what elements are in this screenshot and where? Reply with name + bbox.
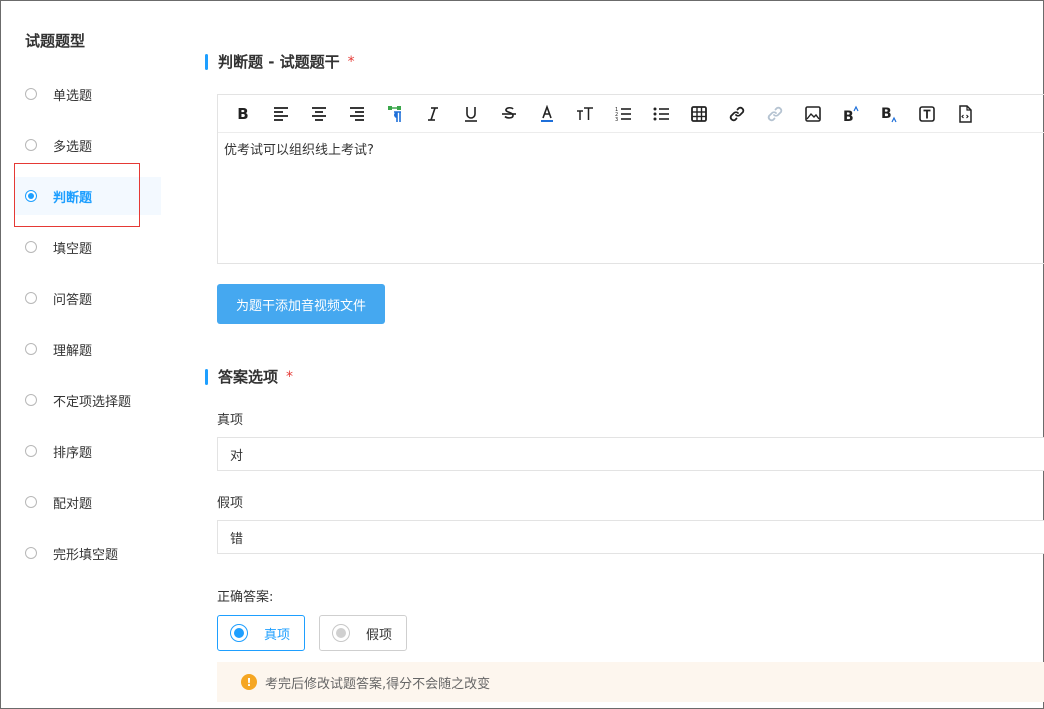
required-mark: * <box>286 368 294 385</box>
sidebar-item-label: 单选题 <box>53 88 93 104</box>
table-icon[interactable] <box>688 103 710 125</box>
sidebar-item-label: 配对题 <box>53 496 93 512</box>
sidebar-item-label: 排序题 <box>53 445 93 461</box>
radio-icon <box>332 624 350 642</box>
section-accent-bar <box>205 368 208 385</box>
radio-icon <box>25 241 37 253</box>
sidebar-item-label: 多选题 <box>53 139 93 155</box>
editor-content-area[interactable]: 优考试可以组织线上考试? <box>218 133 1044 164</box>
sidebar-item-comprehension[interactable]: 理解题 <box>1 330 161 368</box>
align-left-icon[interactable] <box>270 103 292 125</box>
sidebar-title: 试题题型 <box>25 32 86 50</box>
radio-icon <box>25 88 37 100</box>
sidebar-item-label: 填空题 <box>53 241 93 257</box>
sidebar-item-multi-choice[interactable]: 多选题 <box>1 126 161 164</box>
sidebar-item-label: 理解题 <box>53 343 93 359</box>
sidebar-item-label: 不定项选择题 <box>53 394 132 410</box>
italic-icon[interactable] <box>422 103 444 125</box>
answer-section-title: 答案选项 * <box>205 366 293 387</box>
add-media-button[interactable]: 为题干添加音视频文件 <box>217 284 385 324</box>
svg-text:3: 3 <box>615 117 618 123</box>
radio-icon <box>25 139 37 151</box>
sidebar-item-matching[interactable]: 配对题 <box>1 483 161 521</box>
radio-icon <box>25 394 37 406</box>
correct-answer-label: 正确答案: <box>217 590 274 605</box>
unordered-list-icon[interactable] <box>650 103 672 125</box>
radio-icon <box>25 445 37 457</box>
answer-title-text: 答案选项 <box>218 368 279 386</box>
sidebar-item-label: 判断题 <box>53 190 93 206</box>
sidebar-item-cloze[interactable]: 完形填空题 <box>1 534 161 572</box>
radio-checked-icon <box>25 190 37 202</box>
radio-icon <box>25 343 37 355</box>
radio-icon <box>25 496 37 508</box>
sidebar-item-ordering[interactable]: 排序题 <box>1 432 161 470</box>
radio-checked-icon <box>230 624 248 642</box>
link-icon[interactable] <box>726 103 748 125</box>
align-center-icon[interactable] <box>308 103 330 125</box>
correct-answer-false-option[interactable]: 假项 <box>319 615 407 651</box>
stem-title-text: 判断题 - 试题题干 <box>218 53 340 71</box>
sidebar-item-fill-blank[interactable]: 填空题 <box>1 228 161 266</box>
image-icon[interactable] <box>802 103 824 125</box>
sidebar-item-qa[interactable]: 问答题 <box>1 279 161 317</box>
sidebar-item-true-false[interactable]: 判断题 <box>15 177 161 215</box>
align-right-icon[interactable] <box>346 103 368 125</box>
rich-text-editor: B 123 B B 优考试可以组织线上考试? <box>217 94 1044 264</box>
notice-message: 考完后修改试题答案,得分不会随之改变 <box>265 676 491 692</box>
editor-toolbar: B 123 B B <box>218 95 1044 133</box>
required-mark: * <box>347 53 355 70</box>
radio-icon <box>25 547 37 559</box>
underline-icon[interactable] <box>460 103 482 125</box>
svg-text:B: B <box>843 109 854 123</box>
false-option-label: 假项 <box>217 496 244 511</box>
sidebar-item-label: 完形填空题 <box>53 547 119 563</box>
font-color-icon[interactable] <box>536 103 558 125</box>
true-option-label: 真项 <box>217 413 244 428</box>
option-label: 真项 <box>264 627 291 643</box>
sidebar-item-indefinite-choice[interactable]: 不定项选择题 <box>1 381 161 419</box>
strikethrough-icon[interactable] <box>498 103 520 125</box>
question-type-sidebar: 试题题型 单选题 多选题 判断题 填空题 问答题 理解题 不定项选择题 排序题 … <box>1 1 161 708</box>
correct-answer-true-option[interactable]: 真项 <box>217 615 305 651</box>
sidebar-item-single-choice[interactable]: 单选题 <box>1 75 161 113</box>
true-option-input[interactable] <box>217 437 1044 471</box>
sidebar-item-label: 问答题 <box>53 292 93 308</box>
radio-icon <box>25 292 37 304</box>
section-accent-bar <box>205 53 208 70</box>
warning-icon: ! <box>241 674 257 690</box>
stem-section-title: 判断题 - 试题题干 * <box>205 51 355 72</box>
code-file-icon[interactable] <box>954 103 976 125</box>
unlink-icon[interactable] <box>764 103 786 125</box>
svg-text:B: B <box>881 106 892 122</box>
false-option-input[interactable] <box>217 520 1044 554</box>
clear-format-icon[interactable] <box>384 103 406 125</box>
warning-notice: ! 考完后修改试题答案,得分不会随之改变 <box>217 662 1044 702</box>
text-box-icon[interactable] <box>916 103 938 125</box>
font-size-icon[interactable] <box>574 103 596 125</box>
option-label: 假项 <box>366 627 393 643</box>
ordered-list-icon[interactable]: 123 <box>612 103 634 125</box>
subscript-icon[interactable]: B <box>878 103 900 125</box>
superscript-icon[interactable]: B <box>840 103 862 125</box>
bold-icon[interactable]: B <box>232 103 254 125</box>
